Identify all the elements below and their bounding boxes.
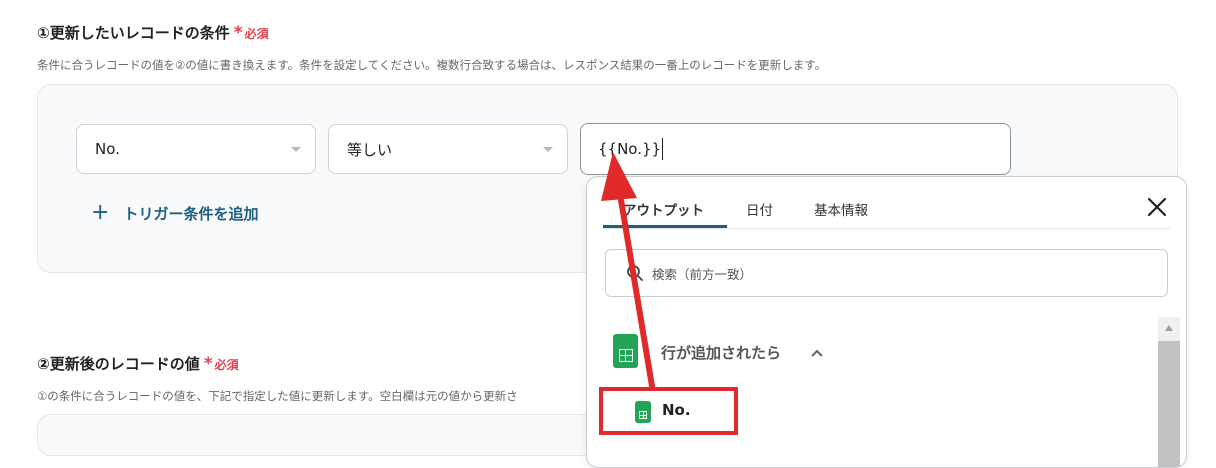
annotation-arrow-shaft	[618, 197, 655, 389]
annotation-arrow-icon	[601, 152, 637, 201]
arrow-overlay	[601, 152, 655, 389]
